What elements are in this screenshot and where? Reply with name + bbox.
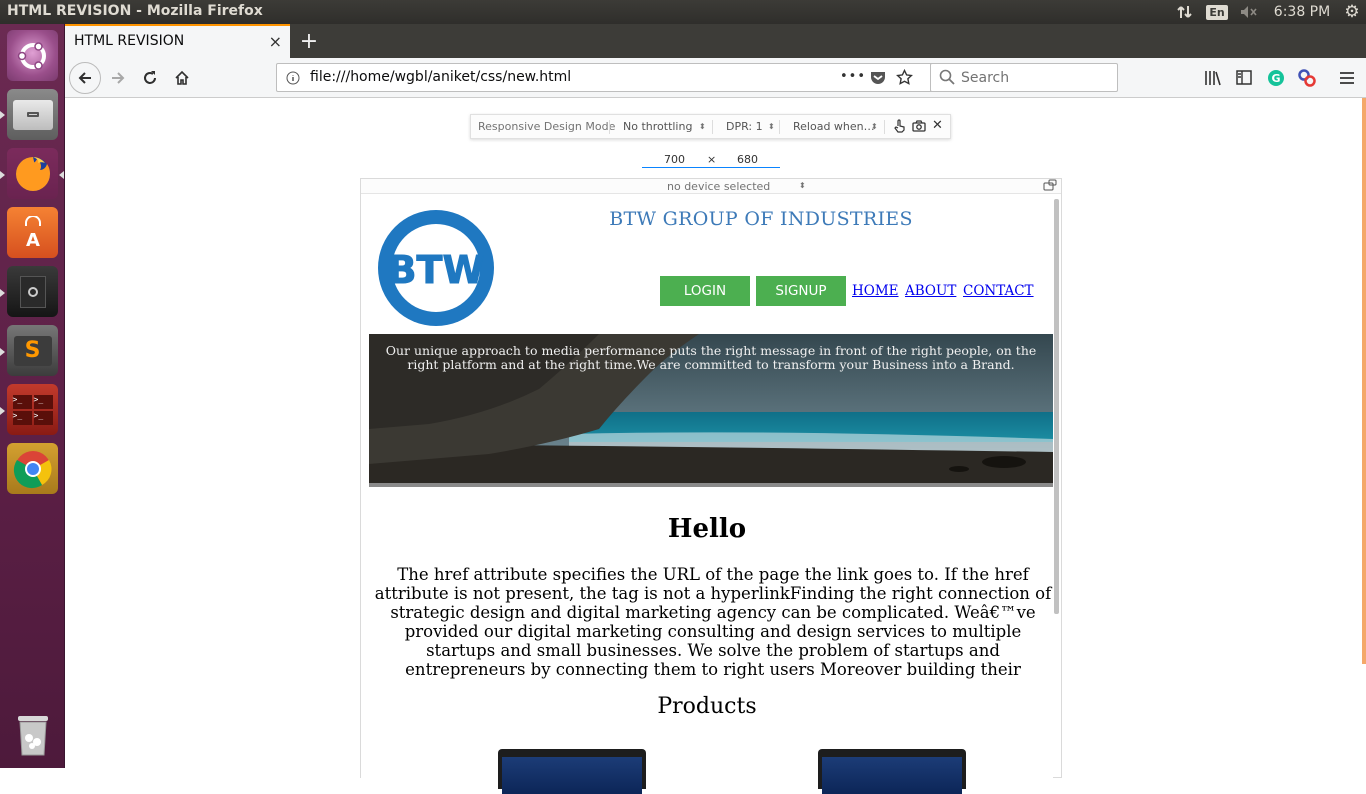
rotate-icon[interactable] <box>1042 179 1058 195</box>
product-card[interactable] <box>818 749 966 794</box>
hero-banner: Our unique approach to media performance… <box>369 334 1053 487</box>
running-indicator <box>0 171 5 179</box>
forward-button[interactable] <box>102 62 134 94</box>
network-icon[interactable] <box>1168 0 1202 24</box>
menu-icon[interactable] <box>1339 70 1355 89</box>
touch-simulation-icon[interactable] <box>894 119 906 136</box>
volume-muted-icon[interactable] <box>1232 0 1266 24</box>
nav-link-home[interactable]: HOME <box>852 283 899 299</box>
svg-text:A: A <box>26 230 40 250</box>
hero-text: Our unique approach to media performance… <box>385 343 1037 372</box>
nav-bar: file:///home/wgbl/aniket/css/new.html ••… <box>65 58 1366 98</box>
dpr-select[interactable]: DPR: 1 <box>726 120 763 133</box>
trash-icon[interactable] <box>7 709 58 760</box>
screenshot-icon[interactable] <box>912 120 926 135</box>
back-button[interactable] <box>69 62 101 94</box>
tab-title: HTML REVISION <box>74 33 185 49</box>
logo-text: BTW <box>388 248 485 292</box>
reload-button[interactable] <box>134 62 166 94</box>
keyboard-layout-indicator[interactable]: En <box>1202 0 1232 24</box>
terminal-icon[interactable]: >_ >_ >_ >_ <box>7 384 58 435</box>
ubuntu-dash-icon[interactable] <box>7 30 58 81</box>
divider <box>609 120 610 134</box>
extension-icon[interactable] <box>1298 69 1316 91</box>
chevron-updown-icon: ⬍ <box>768 122 775 131</box>
scrollbar-thumb[interactable] <box>1362 98 1366 664</box>
divider <box>712 120 713 134</box>
home-button[interactable] <box>166 62 198 94</box>
product-image <box>822 757 962 794</box>
nav-link-about[interactable]: ABOUT <box>905 283 956 299</box>
company-name: BTW GROUP OF INDUSTRIES <box>609 208 913 230</box>
product-image <box>502 757 642 794</box>
svg-text:G: G <box>1271 72 1280 85</box>
divider <box>779 120 780 134</box>
bookmark-star-icon[interactable] <box>896 68 913 90</box>
reload-select[interactable]: Reload when… <box>793 120 875 133</box>
signup-button[interactable]: SIGNUP <box>756 276 846 306</box>
content-area: Responsive Design Mode No throttling ⬍ D… <box>65 98 1366 794</box>
page-scrollbar[interactable] <box>1054 199 1059 614</box>
page-actions-icon[interactable]: ••• <box>840 69 866 84</box>
viewport-height-input[interactable]: 680 <box>737 153 758 166</box>
web-page: BTW BTW GROUP OF INDUSTRIES LOGIN SIGNUP… <box>361 194 1053 794</box>
nav-link-contact[interactable]: CONTACT <box>963 283 1034 299</box>
responsive-design-toolbar: Responsive Design Mode No throttling ⬍ D… <box>470 114 951 139</box>
chevron-updown-icon: ⬍ <box>871 122 878 131</box>
sublime-text-icon[interactable]: S <box>7 325 58 376</box>
intro-paragraph: The href attribute specifies the URL of … <box>374 565 1052 679</box>
launcher: A S >_ >_ >_ >_ <box>0 24 65 768</box>
device-viewport: no device selected ⬍ BTW BTW GROUP OF IN… <box>360 178 1062 794</box>
search-icon <box>939 69 955 89</box>
system-tray: En 6:38 PM ⚙ <box>1168 0 1366 24</box>
app-icon[interactable] <box>7 266 58 317</box>
files-icon[interactable] <box>7 89 58 140</box>
rdm-mode-label: Responsive Design Mode <box>478 120 616 133</box>
tab-active[interactable]: HTML REVISION × <box>65 24 290 58</box>
page-heading: Hello <box>667 514 747 544</box>
info-icon[interactable] <box>286 70 300 89</box>
btw-logo[interactable]: BTW <box>377 209 495 327</box>
library-icon[interactable] <box>1204 70 1222 90</box>
close-tab-icon[interactable]: × <box>269 32 282 51</box>
keyboard-layout-label: En <box>1206 4 1228 20</box>
chevron-updown-icon: ⬍ <box>799 181 806 190</box>
pocket-icon[interactable] <box>870 70 886 89</box>
device-bar: no device selected ⬍ <box>361 179 1061 194</box>
running-indicator <box>0 348 5 356</box>
url-bar[interactable]: file:///home/wgbl/aniket/css/new.html ••… <box>276 63 993 92</box>
window-title: HTML REVISION - Mozilla Firefox <box>7 3 263 19</box>
sidebar-icon[interactable] <box>1236 70 1252 89</box>
running-indicator <box>0 289 5 297</box>
device-select[interactable]: no device selected <box>667 180 770 193</box>
chrome-icon[interactable] <box>7 443 58 494</box>
search-input[interactable] <box>961 68 1111 88</box>
software-center-icon[interactable]: A <box>7 207 58 258</box>
grammarly-icon[interactable]: G <box>1267 69 1285 91</box>
tab-strip: HTML REVISION × + <box>65 24 1366 58</box>
chevron-updown-icon: ⬍ <box>699 122 706 131</box>
running-indicator <box>0 111 5 119</box>
top-panel: HTML REVISION - Mozilla Firefox En 6:38 … <box>0 0 1366 24</box>
clock[interactable]: 6:38 PM <box>1266 0 1338 24</box>
product-card[interactable] <box>498 749 646 794</box>
firefox-icon[interactable] <box>7 148 58 199</box>
active-indicator <box>59 171 64 179</box>
running-indicator <box>0 407 5 415</box>
login-button[interactable]: LOGIN <box>660 276 750 306</box>
close-icon[interactable]: ✕ <box>932 118 943 133</box>
products-heading: Products <box>657 694 757 719</box>
times-sign: × <box>707 153 717 166</box>
throttling-select[interactable]: No throttling <box>623 120 692 133</box>
url-text[interactable]: file:///home/wgbl/aniket/css/new.html <box>310 69 571 85</box>
divider <box>884 120 885 134</box>
scrollbar-track[interactable] <box>1362 98 1366 768</box>
viewport-size: 700 × 680 <box>642 153 780 168</box>
new-tab-button[interactable]: + <box>294 26 324 56</box>
gear-icon[interactable]: ⚙ <box>1338 0 1366 24</box>
viewport-width-input[interactable]: 700 <box>664 153 685 166</box>
search-bar[interactable] <box>930 63 1118 92</box>
